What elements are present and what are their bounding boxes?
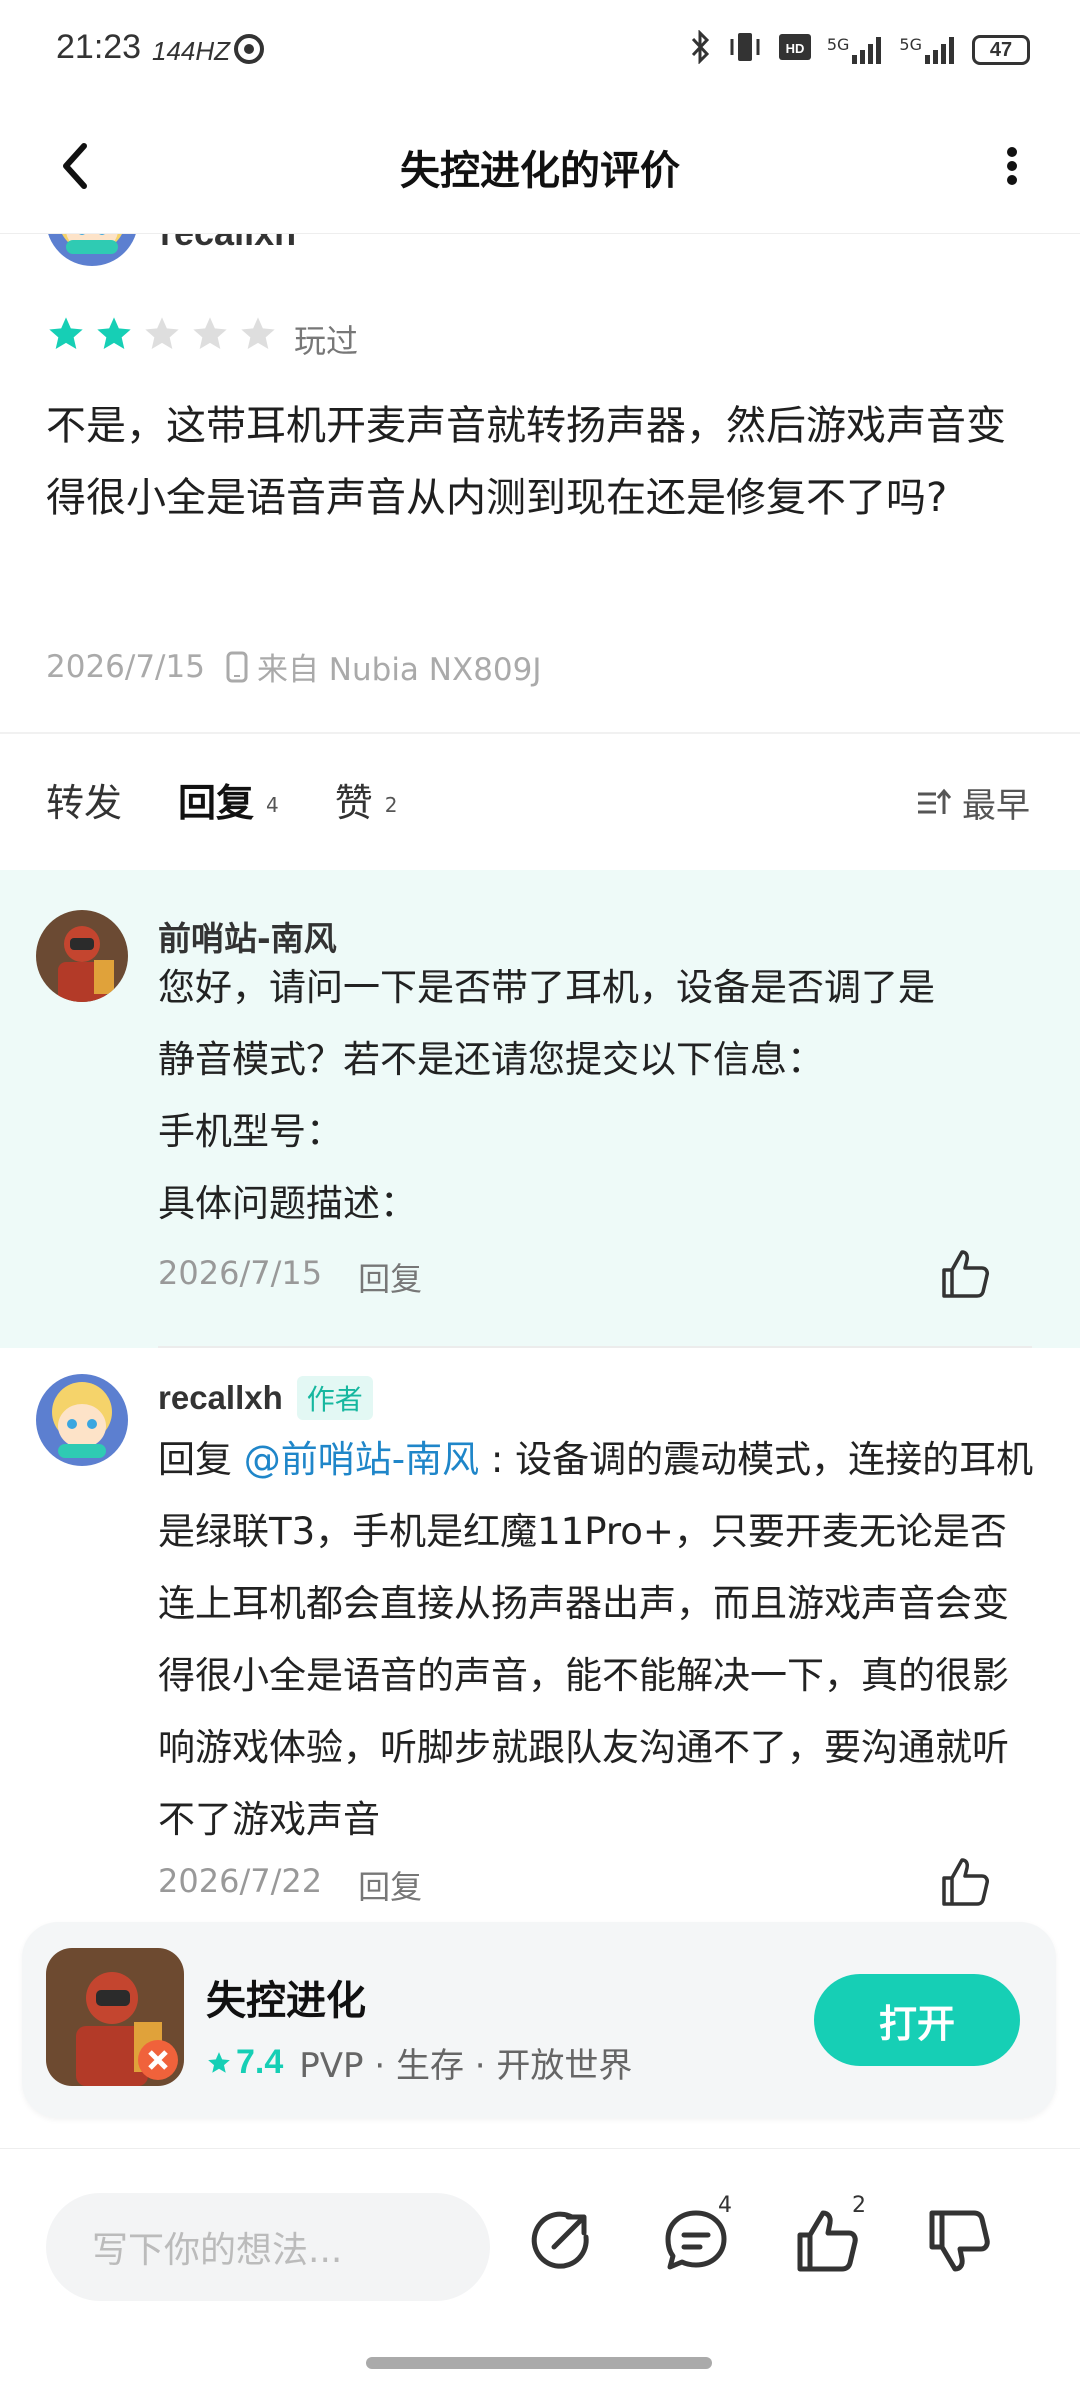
reply-like-button[interactable] bbox=[938, 1854, 994, 1910]
tab-replies[interactable]: 回复 4 bbox=[178, 772, 279, 828]
game-score-value: 7.4 bbox=[236, 2043, 284, 2081]
reply-item: 前哨站-南风 您好，请问一下是否带了耳机，设备是否调了是 静音模式？若不是还请您… bbox=[0, 870, 1080, 1348]
tab-likes[interactable]: 赞2 bbox=[335, 772, 398, 827]
refresh-rate: 144HZ bbox=[152, 36, 231, 66]
tab-forward[interactable]: 转发 bbox=[46, 772, 122, 827]
review-date: 2026/7/15 bbox=[46, 648, 205, 685]
vertical-dots-icon bbox=[1007, 147, 1017, 185]
reply-author[interactable]: recallxh bbox=[158, 1379, 283, 1417]
comment-input[interactable]: 写下你的想法... bbox=[46, 2193, 490, 2301]
reply-author-row: recallxh 作者 bbox=[158, 1376, 373, 1420]
tab-replies-count: 4 bbox=[266, 793, 279, 817]
reply-line: 您好，请问一下是否带了耳机，设备是否调了是 bbox=[158, 966, 935, 1009]
tab-replies-label: 回复 bbox=[178, 781, 255, 825]
review-device: 来自 Nubia NX809J bbox=[225, 644, 542, 689]
reply-like-button[interactable] bbox=[938, 1246, 994, 1302]
reply-item: recallxh 作者 回复 @前哨站-南风 : 设备调的震动模式，连接的耳机是… bbox=[0, 1348, 1080, 1928]
reply-date: 2026/7/15 bbox=[158, 1254, 323, 1292]
share-icon bbox=[531, 2211, 589, 2269]
star-empty-icon bbox=[193, 317, 227, 349]
game-icon bbox=[46, 1948, 184, 2086]
bluetooth-icon bbox=[687, 29, 713, 70]
tab-forward-label: 转发 bbox=[46, 781, 123, 825]
status-icons: HD 5G 5G 47 bbox=[687, 28, 1030, 72]
star-empty-icon bbox=[145, 317, 179, 349]
star-icon bbox=[208, 2051, 230, 2073]
reply-line: 手机型号： bbox=[158, 1110, 343, 1153]
more-button[interactable] bbox=[992, 138, 1032, 194]
reply-avatar[interactable] bbox=[36, 910, 128, 1002]
game-name: 失控进化 bbox=[206, 1978, 366, 2024]
tab-likes-count: 2 bbox=[384, 793, 398, 817]
reply-body: 回复 @前哨站-南风 : 设备调的震动模式，连接的耳机是绿联T3，手机是红魔11… bbox=[158, 1424, 1038, 1856]
comment-count: 4 bbox=[718, 2193, 732, 2218]
star-filled-icon bbox=[97, 317, 131, 349]
svg-text:HD: HD bbox=[785, 41, 804, 56]
signal-icon-1: 5G bbox=[827, 35, 886, 65]
star-empty-icon bbox=[241, 317, 275, 349]
like-count: 2 bbox=[852, 2193, 866, 2218]
phone-icon bbox=[226, 651, 248, 682]
thumbs-down-icon bbox=[929, 2210, 990, 2272]
sort-label: 最早 bbox=[962, 786, 1030, 826]
reply-button[interactable]: 回复 bbox=[358, 1862, 422, 1908]
reply-meta: 2026/7/22 回复 bbox=[158, 1862, 422, 1908]
thumbs-up-icon bbox=[942, 1250, 989, 1298]
section-divider bbox=[0, 732, 1080, 734]
star-filled-icon bbox=[49, 317, 83, 349]
open-game-button[interactable]: 打开 bbox=[814, 1974, 1020, 2066]
share-button[interactable] bbox=[524, 2205, 596, 2277]
hd-icon: HD bbox=[777, 30, 813, 70]
page-title: 失控进化的评价 bbox=[400, 148, 680, 194]
rating-stars bbox=[46, 314, 278, 354]
top-nav: 失控进化的评价 bbox=[0, 100, 1080, 234]
reply-avatar[interactable] bbox=[36, 1374, 128, 1466]
game-tags: PVP · 生存 · 开放世界 bbox=[299, 2046, 633, 2086]
author-badge: 作者 bbox=[296, 1376, 373, 1420]
battery-icon: 47 bbox=[972, 35, 1030, 65]
sort-button[interactable]: 最早 bbox=[916, 778, 1030, 827]
play-status: 玩过 bbox=[294, 322, 359, 360]
game-score: 7.4 bbox=[206, 2043, 283, 2082]
reply-line: 静音模式？若不是还请您提交以下信息： bbox=[158, 1038, 824, 1081]
sort-icon bbox=[918, 788, 952, 814]
mention-link[interactable]: @前哨站-南风 bbox=[244, 1438, 479, 1481]
signal-icon-2: 5G bbox=[899, 35, 958, 65]
reply-text: : 设备调的震动模式，连接的耳机是绿联T3，手机是红魔11Pro+，只要开麦无论… bbox=[158, 1438, 1034, 1841]
device-label: 来自 Nubia NX809J bbox=[256, 652, 542, 688]
reply-button[interactable]: 回复 bbox=[358, 1254, 422, 1300]
assistant-icon bbox=[232, 32, 266, 70]
reply-prefix: 回复 bbox=[158, 1438, 244, 1481]
review-meta: 2026/7/15 来自 Nubia NX809J bbox=[46, 644, 542, 689]
bottom-bar: 写下你的想法... 4 2 bbox=[0, 2148, 1080, 2387]
vibrate-icon bbox=[727, 30, 763, 70]
reply-line: 具体问题描述： bbox=[158, 1182, 417, 1225]
review-text: 不是，这带耳机开麦声音就转扬声器，然后游戏声音变得很小全是语音声音从内测到现在还… bbox=[46, 403, 1006, 521]
comment-tabs: 转发 回复 4 赞2 bbox=[46, 772, 454, 842]
reply-meta: 2026/7/15 回复 bbox=[158, 1254, 422, 1300]
thumbs-up-icon bbox=[942, 1858, 989, 1906]
tab-likes-label: 赞 bbox=[334, 781, 373, 825]
game-rating: 7.4 PVP · 生存 · 开放世界 bbox=[206, 2038, 632, 2087]
reply-date: 2026/7/22 bbox=[158, 1862, 323, 1900]
status-time: 21:23 bbox=[56, 28, 142, 66]
status-bar: 21:23 144HZ HD 5G 5G 47 bbox=[0, 0, 1080, 100]
reply-body: 您好，请问一下是否带了耳机，设备是否调了是 静音模式？若不是还请您提交以下信息：… bbox=[158, 952, 1038, 1240]
game-card[interactable]: 失控进化 7.4 PVP · 生存 · 开放世界 打开 bbox=[22, 1922, 1056, 2118]
dislike-button[interactable] bbox=[924, 2205, 996, 2277]
home-indicator[interactable] bbox=[366, 2357, 712, 2369]
